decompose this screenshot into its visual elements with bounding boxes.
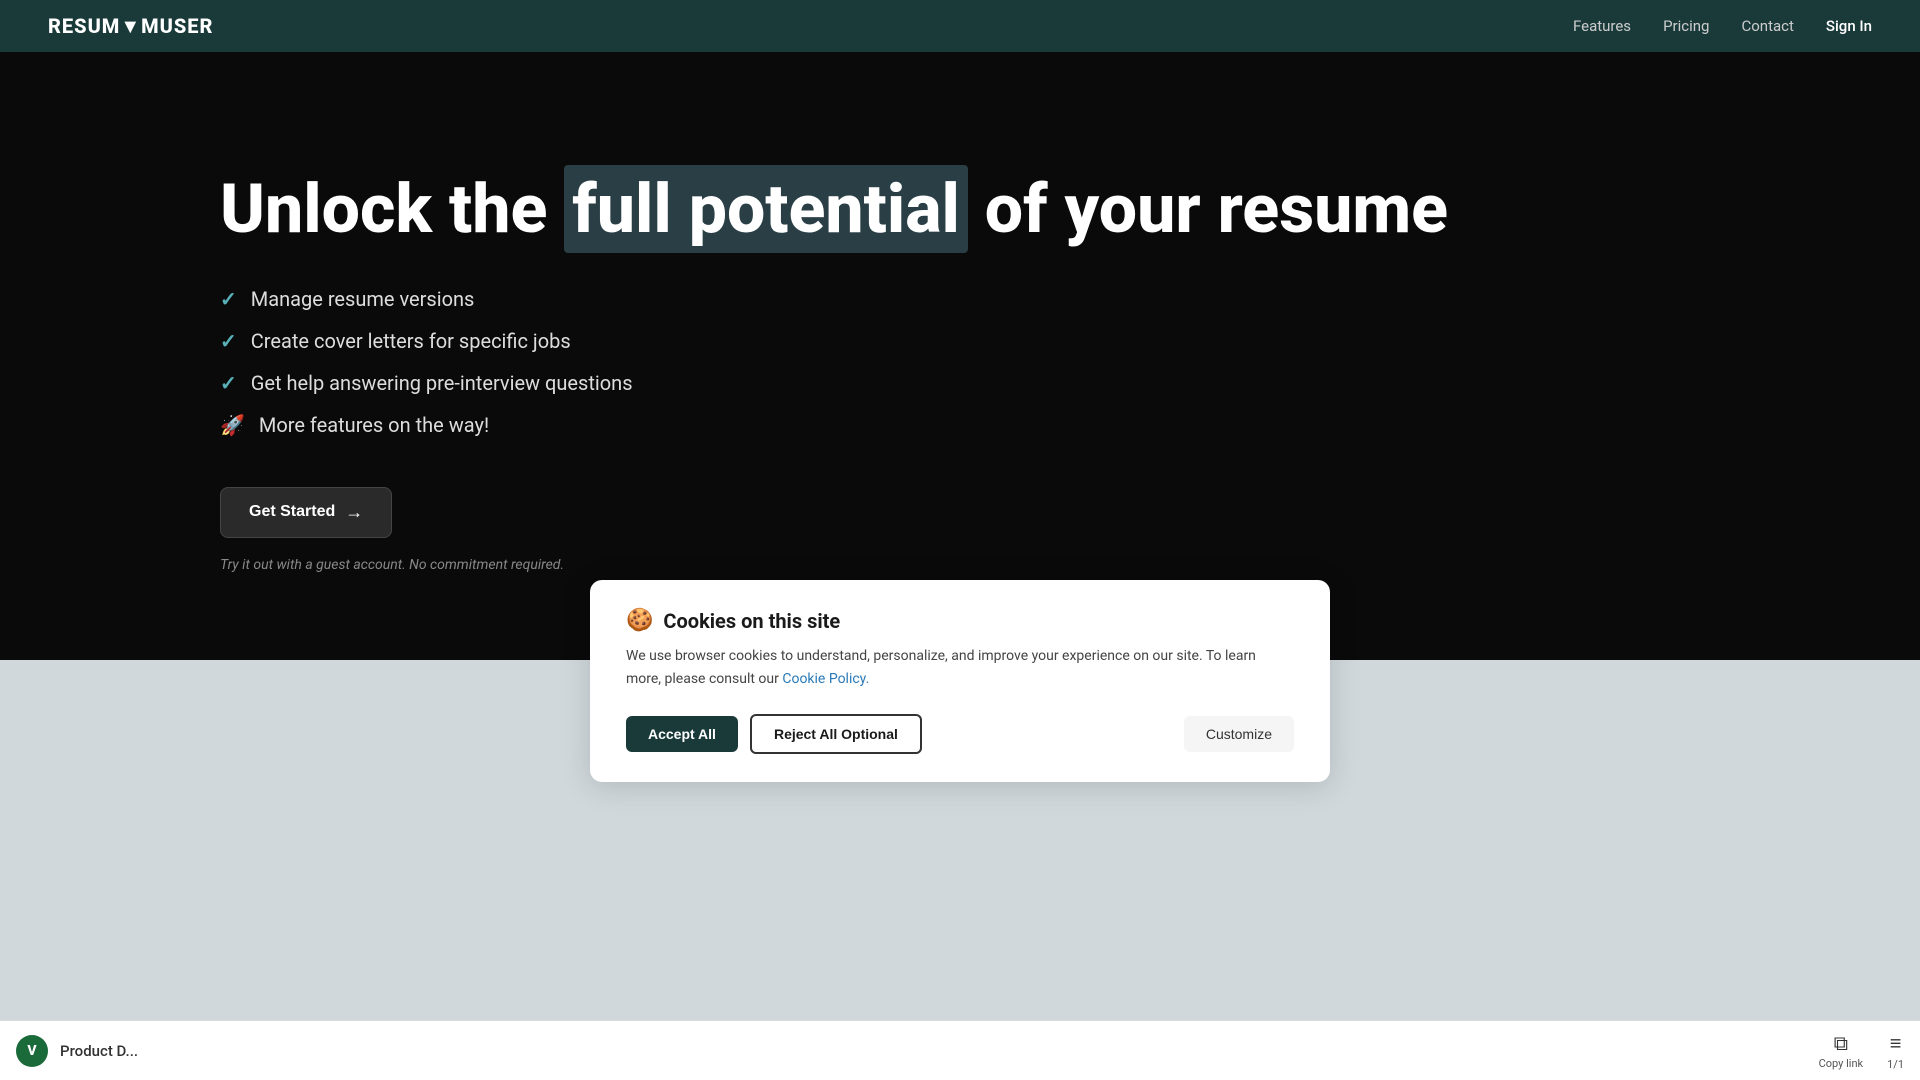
logo: RESUM▼MUSER	[48, 14, 213, 39]
rocket-icon: 🚀	[220, 413, 245, 437]
reject-optional-button[interactable]: Reject All Optional	[750, 714, 922, 754]
logo-text: RESUM▼MUSER	[48, 14, 213, 39]
nav-links: Features Pricing Contact Sign In	[1573, 17, 1872, 35]
get-started-button[interactable]: Get Started →	[220, 487, 392, 538]
nav-contact[interactable]: Contact	[1741, 17, 1793, 35]
nav-signin[interactable]: Sign In	[1826, 17, 1872, 35]
product-bar-right: ⧉ Copy link ≡ 1/1	[1819, 1031, 1904, 1071]
cookie-policy-link[interactable]: Cookie Policy.	[782, 671, 869, 687]
title-before: Unlock the	[220, 169, 564, 249]
cookie-body: We use browser cookies to understand, pe…	[626, 645, 1294, 690]
get-started-label: Get Started	[249, 503, 335, 521]
product-logo: V	[16, 1035, 48, 1067]
cookie-title: Cookies on this site	[663, 609, 840, 633]
feature-text-2: Create cover letters for specific jobs	[251, 329, 571, 353]
product-bar: V Product D... ⧉ Copy link ≡ 1/1	[0, 1020, 1920, 1080]
accept-all-button[interactable]: Accept All	[626, 716, 738, 752]
copy-link-label: Copy link	[1819, 1057, 1863, 1070]
hero-title: Unlock the full potential of your resume	[220, 172, 1700, 247]
page-indicator-icon: ≡	[1890, 1031, 1902, 1056]
feature-item-2: ✓ Create cover letters for specific jobs	[220, 329, 1700, 353]
feature-item-1: ✓ Manage resume versions	[220, 287, 1700, 311]
page-indicator: ≡ 1/1	[1887, 1031, 1904, 1071]
check-icon-2: ✓	[220, 329, 237, 353]
feature-item-4: 🚀 More features on the way!	[220, 413, 1700, 437]
guest-subtitle: Try it out with a guest account. No comm…	[220, 557, 564, 573]
feature-item-3: ✓ Get help answering pre-interview quest…	[220, 371, 1700, 395]
copy-link-icon: ⧉	[1834, 1031, 1848, 1055]
feature-list: ✓ Manage resume versions ✓ Create cover …	[220, 287, 1700, 437]
feature-text-4: More features on the way!	[259, 413, 489, 437]
title-after: of your resume	[968, 169, 1448, 249]
cookie-icon: 🍪	[626, 608, 653, 633]
product-bar-left: V Product D...	[16, 1035, 138, 1067]
product-logo-letter: V	[27, 1043, 36, 1059]
product-bar-text: Product D...	[60, 1042, 138, 1060]
cookie-header: 🍪 Cookies on this site	[626, 608, 1294, 633]
nav-pricing[interactable]: Pricing	[1663, 17, 1709, 35]
cookie-actions: Accept All Reject All Optional Customize	[626, 714, 1294, 754]
feature-text-3: Get help answering pre-interview questio…	[251, 371, 633, 395]
check-icon-3: ✓	[220, 371, 237, 395]
navbar: RESUM▼MUSER Features Pricing Contact Sig…	[0, 0, 1920, 52]
customize-button[interactable]: Customize	[1184, 716, 1294, 752]
cookie-banner: 🍪 Cookies on this site We use browser co…	[590, 580, 1330, 782]
nav-features[interactable]: Features	[1573, 17, 1631, 35]
page-indicator-text: 1/1	[1887, 1058, 1904, 1071]
check-icon-1: ✓	[220, 287, 237, 311]
feature-text-1: Manage resume versions	[251, 287, 475, 311]
copy-link-button[interactable]: ⧉ Copy link	[1819, 1031, 1863, 1070]
title-highlight: full potential	[564, 165, 968, 253]
arrow-icon: →	[345, 502, 363, 523]
